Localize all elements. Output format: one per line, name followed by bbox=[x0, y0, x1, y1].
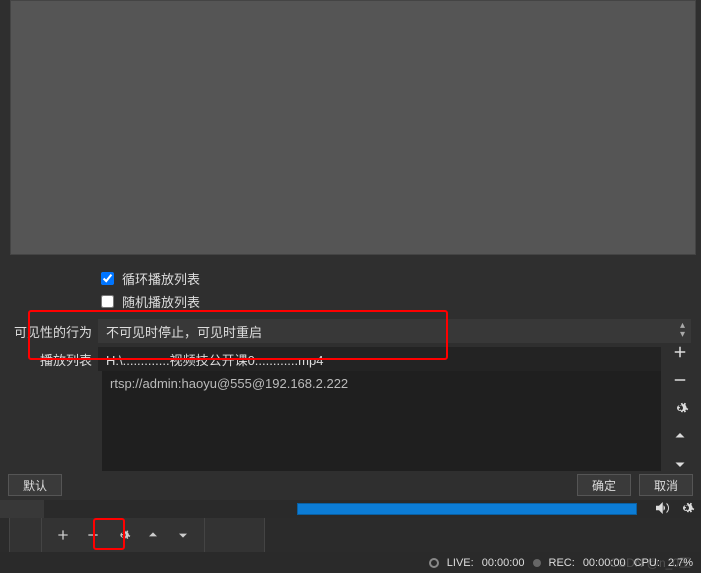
audio-settings-icon[interactable] bbox=[677, 499, 695, 520]
settings-panel: 循环播放列表 随机播放列表 可见性的行为 不可见时停止，可见时重启 ▴▾ 播放列… bbox=[0, 255, 701, 500]
loop-label: 循环播放列表 bbox=[122, 269, 200, 288]
remove-source-button[interactable] bbox=[80, 522, 106, 548]
rec-indicator-icon bbox=[533, 559, 541, 567]
add-source-button[interactable] bbox=[50, 522, 76, 548]
live-label: LIVE: bbox=[447, 557, 474, 569]
spinner-icon: ▴▾ bbox=[680, 321, 685, 339]
live-time: 00:00:00 bbox=[482, 557, 525, 569]
playlist-input[interactable] bbox=[98, 347, 661, 371]
watermark: CSDN @n_0王 bbox=[609, 554, 691, 571]
visibility-label: 可见性的行为 bbox=[0, 322, 98, 341]
preview-area bbox=[10, 0, 696, 255]
shuffle-label: 随机播放列表 bbox=[122, 292, 200, 311]
item-settings-button[interactable] bbox=[669, 397, 691, 419]
audio-bar bbox=[0, 500, 701, 518]
cancel-button[interactable]: 取消 bbox=[639, 474, 693, 496]
volume-slider[interactable] bbox=[297, 503, 637, 515]
source-settings-button[interactable] bbox=[110, 522, 136, 548]
live-indicator-icon bbox=[429, 558, 439, 568]
shuffle-checkbox[interactable] bbox=[101, 295, 114, 308]
mute-icon[interactable] bbox=[653, 499, 671, 520]
source-up-button[interactable] bbox=[140, 522, 166, 548]
visibility-value: 不可见时停止，可见时重启 bbox=[106, 322, 262, 341]
ok-button[interactable]: 确定 bbox=[577, 474, 631, 496]
list-item[interactable]: rtsp://admin:haoyu@555@192.168.2.222 bbox=[110, 376, 653, 391]
visibility-select[interactable]: 不可见时停止，可见时重启 ▴▾ bbox=[98, 319, 691, 343]
default-button[interactable]: 默认 bbox=[8, 474, 62, 496]
move-up-button[interactable] bbox=[669, 425, 691, 447]
remove-item-button[interactable] bbox=[669, 369, 691, 391]
source-toolbar bbox=[0, 518, 701, 552]
add-item-button[interactable] bbox=[669, 341, 691, 363]
loop-checkbox[interactable] bbox=[101, 272, 114, 285]
status-bar: LIVE: 00:00:00 REC: 00:00:00 CPU: 2.7% bbox=[0, 552, 701, 573]
source-down-button[interactable] bbox=[170, 522, 196, 548]
playlist-list[interactable]: rtsp://admin:haoyu@555@192.168.2.222 bbox=[102, 371, 661, 471]
playlist-label: 播放列表 bbox=[0, 350, 98, 369]
rec-label: REC: bbox=[549, 557, 575, 569]
